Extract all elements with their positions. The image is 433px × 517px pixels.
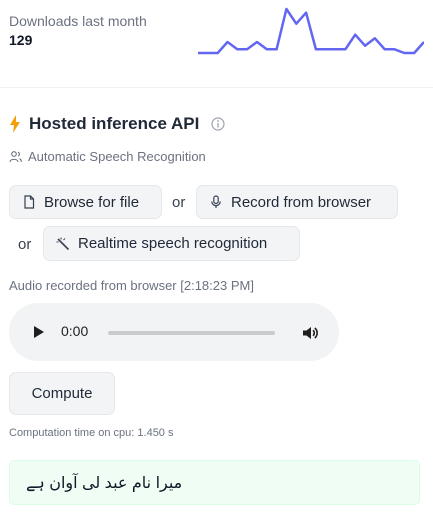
file-icon [24, 195, 35, 209]
compute-button[interactable]: Compute [9, 372, 115, 415]
downloads-count: 129 [9, 32, 33, 48]
downloads-sparkline [198, 7, 424, 55]
transcription-output: میرا نام عبد لی آوان ہے [9, 460, 420, 505]
task-type: Automatic Speech Recognition [9, 149, 206, 164]
magic-wand-icon [56, 237, 70, 250]
downloads-stats: Downloads last month 129 [9, 12, 147, 49]
seek-bar[interactable] [108, 331, 275, 335]
browse-file-button[interactable]: Browse for file [9, 185, 162, 219]
audio-recorded-label: Audio recorded from browser [2:18:23 PM] [9, 278, 254, 293]
realtime-recognition-label: Realtime speech recognition [78, 235, 268, 252]
user-group-icon [9, 151, 22, 163]
realtime-recognition-button[interactable]: Realtime speech recognition [43, 226, 300, 261]
record-browser-button[interactable]: Record from browser [196, 185, 398, 219]
downloads-label: Downloads last month [9, 13, 147, 29]
record-browser-label: Record from browser [231, 193, 372, 211]
playback-time: 0:00 [61, 323, 89, 339]
computation-time: Computation time on cpu: 1.450 s [9, 427, 174, 439]
section-divider [0, 87, 433, 88]
inference-api-header: Hosted inference API [9, 112, 225, 136]
info-icon[interactable] [211, 117, 225, 131]
sparkline-line [198, 7, 424, 55]
or-separator: or [18, 236, 32, 253]
task-label: Automatic Speech Recognition [28, 149, 206, 164]
lightning-icon [10, 115, 20, 133]
browse-file-label: Browse for file [44, 193, 140, 211]
volume-icon[interactable] [301, 324, 319, 342]
or-separator: or [172, 194, 186, 211]
play-icon[interactable] [34, 326, 44, 338]
transcription-text: میرا نام عبد لی آوان ہے [26, 475, 183, 492]
audio-player[interactable]: 0:00 [9, 303, 339, 361]
inference-api-title: Hosted inference API [29, 114, 200, 133]
microphone-icon [211, 195, 221, 208]
